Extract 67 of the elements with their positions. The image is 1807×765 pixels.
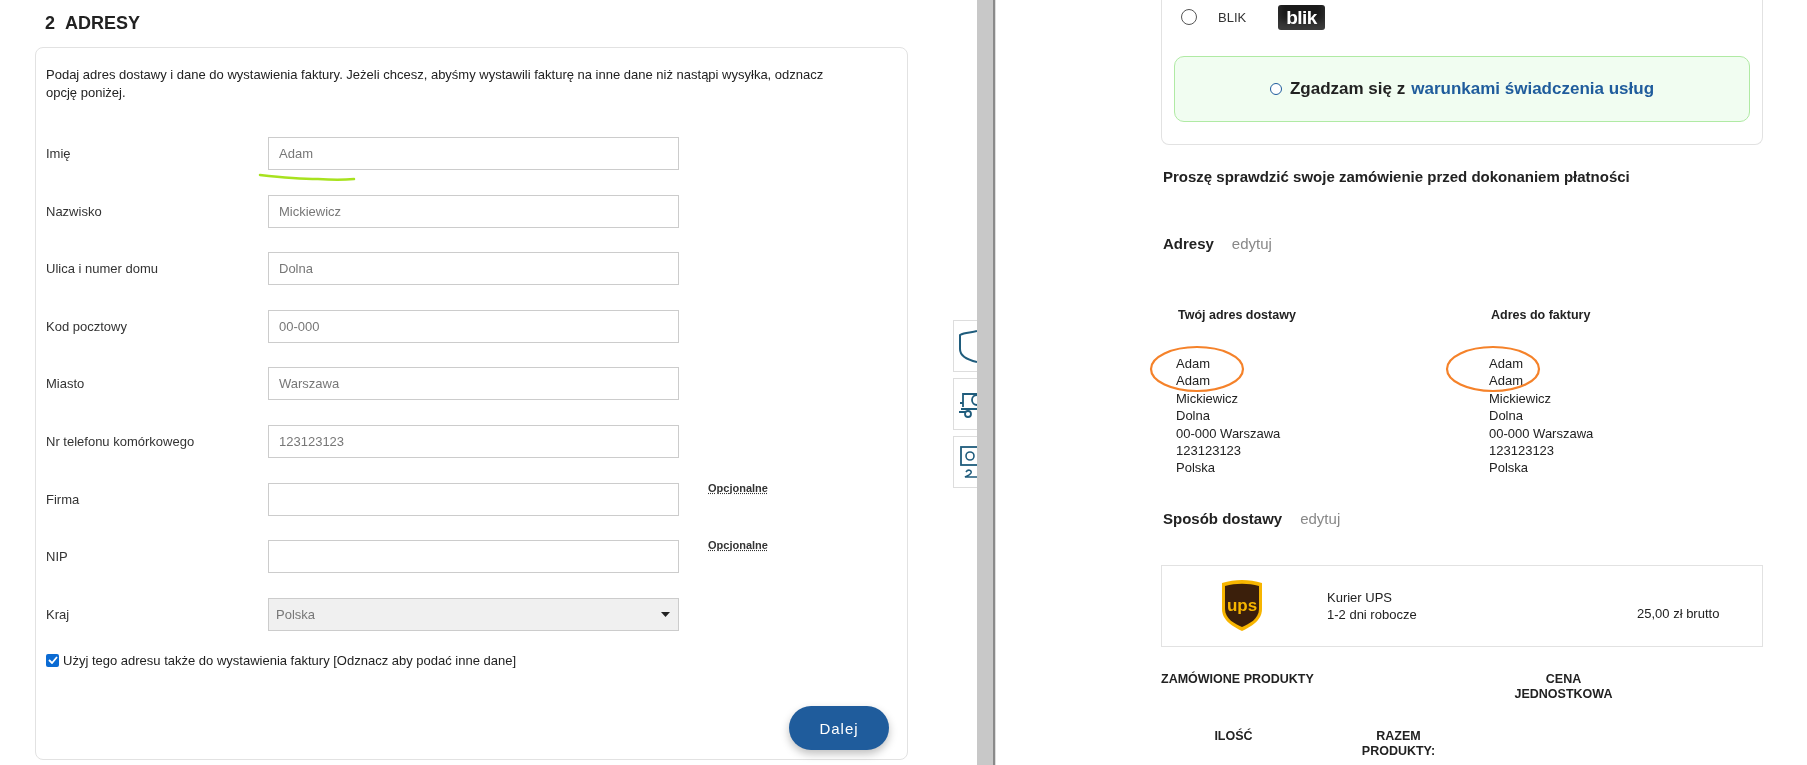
address-heading: Twój adres dostawy (1178, 308, 1297, 322)
address-line: Adam (1489, 355, 1524, 373)
field-label: Imię (46, 146, 72, 161)
field-label: NIP (46, 549, 69, 565)
address-line: 00-000 Warszawa (1489, 424, 1595, 443)
radio-button[interactable] (1269, 83, 1282, 95)
step-number: 2 (45, 13, 55, 35)
address-line: Adam (1176, 372, 1211, 390)
column-header: RAZEM PRODUKTY: (1361, 728, 1436, 759)
field-label: Ulica i numer domu (46, 261, 159, 277)
address-line: 123123123 (1489, 442, 1556, 460)
address-line: Mickiewicz (1176, 389, 1240, 408)
carrier-logo: ups (1220, 579, 1264, 633)
address-line: 123123123 (1176, 442, 1243, 460)
field-label: Kod pocztowy (46, 318, 128, 334)
field-label: Kraj (46, 606, 71, 622)
column-header: CENA JEDNOSTKOWA (1513, 671, 1614, 702)
field-label: Nazwisko (46, 203, 103, 219)
optional-note: Opcjonalne (708, 481, 768, 494)
column-header: ZAMÓWIONE PRODUKTY (1161, 671, 1314, 688)
carrier-name: Kurier UPS (1327, 589, 1393, 605)
input-field[interactable]: 00-000 (268, 309, 679, 343)
payment-logo: blik (1278, 4, 1325, 30)
address-line: Mickiewicz (1489, 389, 1553, 408)
side-tab[interactable] (953, 436, 977, 488)
input-field[interactable]: Adam (268, 137, 679, 170)
side-tab[interactable] (953, 378, 977, 430)
section-title: ADRESY (65, 13, 141, 35)
address-line: 00-000 Warszawa (1176, 424, 1282, 443)
edit-link[interactable]: edytuj (1300, 509, 1341, 527)
address-line: Dolna (1176, 407, 1211, 425)
scrollbar[interactable] (977, 0, 995, 765)
address-line: Adam (1489, 372, 1524, 390)
checkbox[interactable] (46, 653, 59, 667)
address-heading: Adres do faktury (1491, 308, 1592, 322)
delivery-time: 1-2 dni robocze (1327, 606, 1417, 622)
input-field[interactable]: Mickiewicz (268, 194, 679, 228)
field-label: Nr telefonu komórkowego (46, 433, 196, 449)
checkbox-label: Użyj tego adresu także do wystawienia faktury [Odznacz aby podać inne dane] (63, 652, 517, 668)
input-field[interactable]: 123123123 (268, 424, 679, 458)
terms-link[interactable]: warunkami świadczenia usług (1411, 79, 1655, 99)
address-line: Dolna (1489, 407, 1524, 425)
input-field[interactable] (268, 540, 679, 574)
intro-text: Podaj adres dostawy i dane do wystawienia faktury. Jeżeli chcesz, abyśmy wystawili fakturę na inne dane niż nastąpi wysyłka, odznacz opcję poniżej. (46, 66, 825, 102)
section-title: Adresy (1163, 235, 1214, 252)
input-field[interactable] (268, 482, 679, 516)
terms-text: Zgadzam się z (1289, 79, 1406, 99)
banknote-icon (959, 445, 977, 479)
address-line: Adam (1176, 355, 1211, 373)
caret-icon (661, 611, 670, 617)
input-field[interactable]: Dolna (268, 252, 679, 286)
column-header: ILOŚĆ (1214, 728, 1253, 745)
review-note: Proszę sprawdzić swoje zamówienie przed dokonaniem płatności (1163, 168, 1631, 185)
radio-button[interactable] (1181, 9, 1197, 25)
payment-label: BLIK (1218, 9, 1247, 25)
edit-link[interactable]: edytuj (1231, 235, 1272, 252)
field-label: Miasto (46, 376, 86, 392)
next-button[interactable]: Dalej (789, 706, 889, 750)
shield-icon (959, 329, 977, 363)
input-field[interactable]: Warszawa (268, 367, 679, 401)
side-tab[interactable] (953, 320, 977, 372)
address-line: Polska (1176, 459, 1217, 477)
section-title: Sposób dostawy (1163, 509, 1283, 527)
optional-note: Opcjonalne (708, 539, 768, 552)
field-label: Firma (46, 491, 81, 507)
address-line: Polska (1489, 459, 1530, 477)
delivery-price: 25,00 zł brutto (1637, 605, 1721, 621)
